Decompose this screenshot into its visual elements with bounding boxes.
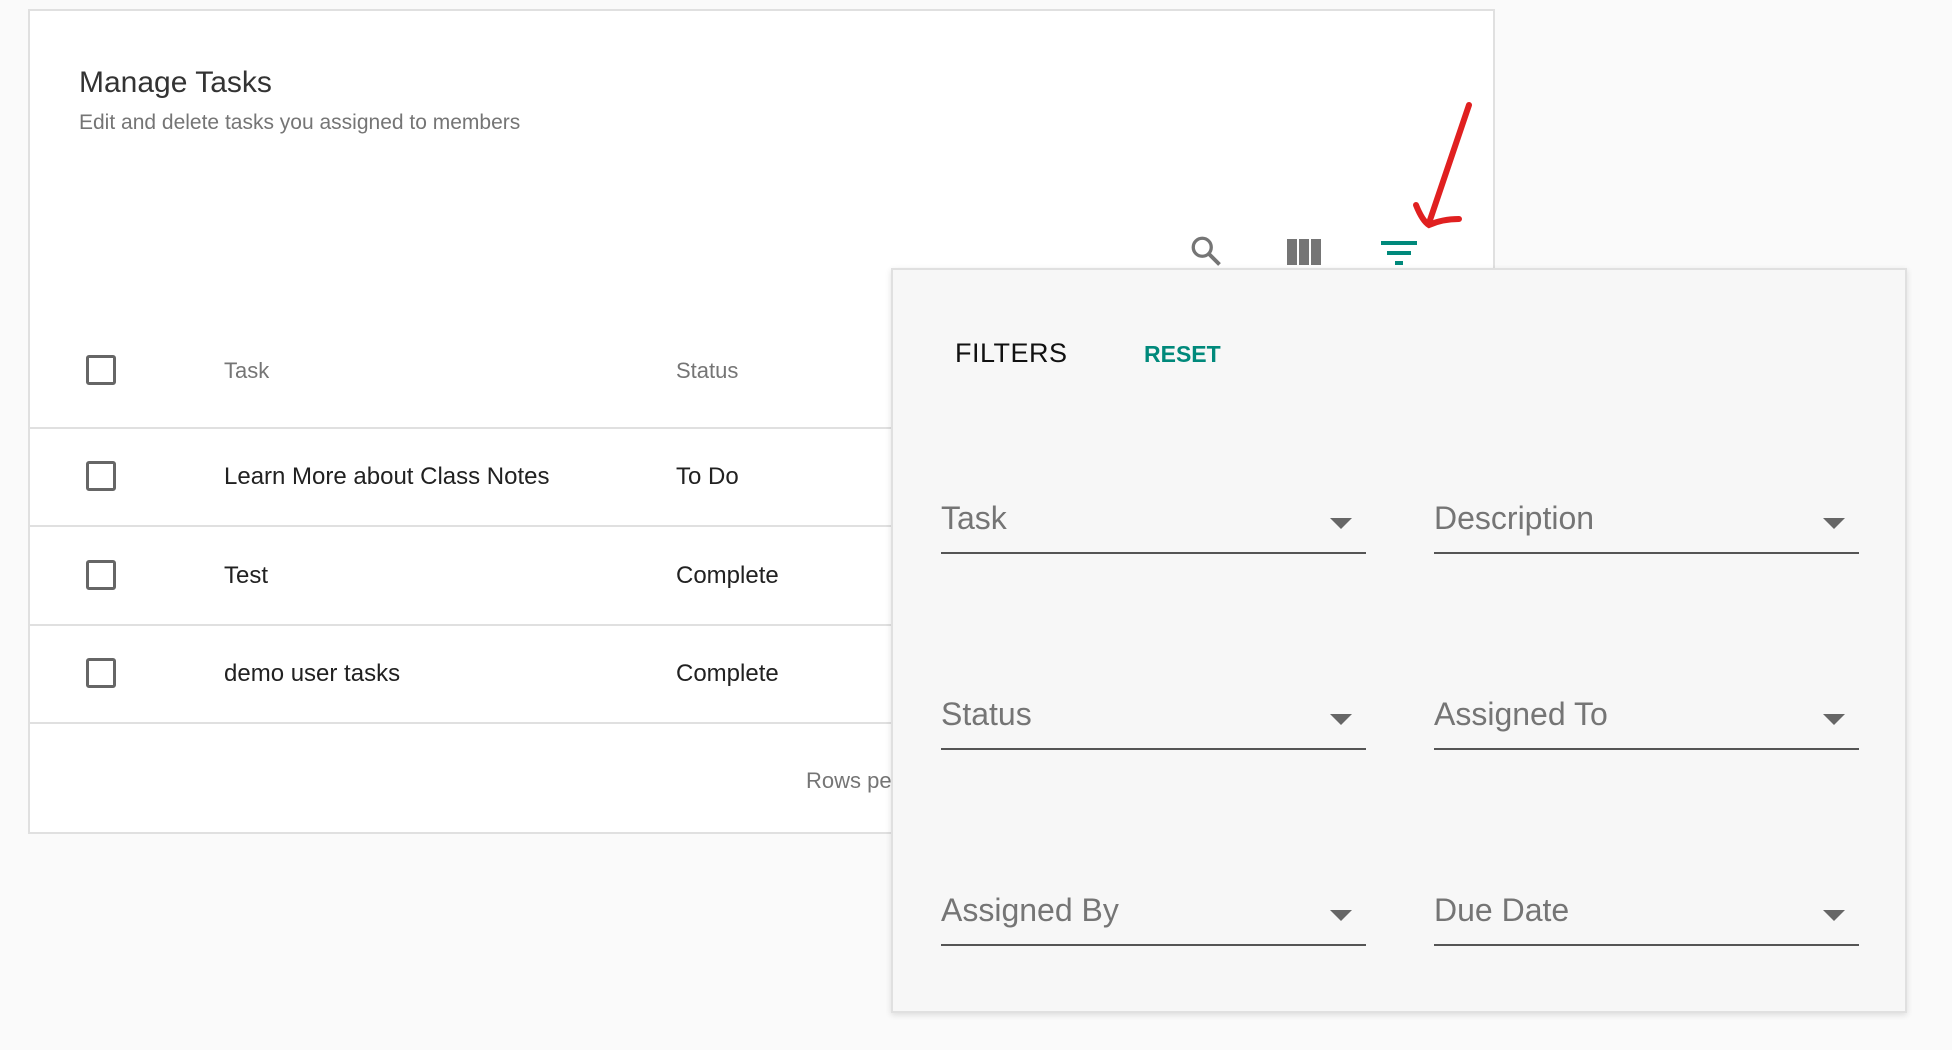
reset-button[interactable]: RESET — [1144, 341, 1221, 368]
row-checkbox[interactable] — [86, 560, 116, 590]
filters-title: FILTERS — [955, 338, 1068, 368]
task-cell: Test — [224, 562, 269, 589]
field-label: Status — [941, 696, 1032, 732]
dropdown-arrow-icon — [1330, 714, 1352, 725]
rows-per-page-label: Rows pe — [806, 768, 892, 793]
dropdown-arrow-icon — [1330, 518, 1352, 529]
page-subtitle: Edit and delete tasks you assigned to me… — [79, 111, 521, 134]
due-date-filter-select[interactable]: Due Date — [1434, 892, 1859, 946]
field-label: Due Date — [1434, 892, 1570, 928]
task-filter-select[interactable]: Task — [941, 500, 1366, 554]
red-annotation-arrow-icon — [1413, 102, 1472, 229]
page-title: Manage Tasks — [79, 66, 272, 99]
field-label: Assigned To — [1434, 696, 1608, 732]
dropdown-arrow-icon — [1823, 714, 1845, 725]
select-all-checkbox[interactable] — [86, 355, 116, 385]
row-checkbox[interactable] — [86, 658, 116, 688]
task-cell: demo user tasks — [224, 660, 401, 687]
status-cell: To Do — [676, 463, 739, 490]
dropdown-arrow-icon — [1823, 518, 1845, 529]
status-cell: Complete — [676, 562, 779, 589]
field-label: Task — [941, 500, 1007, 536]
field-label: Assigned By — [941, 892, 1119, 928]
description-filter-select[interactable]: Description — [1434, 500, 1859, 554]
column-header-task[interactable]: Task — [224, 358, 269, 384]
status-filter-select[interactable]: Status — [941, 696, 1366, 750]
view-columns-icon[interactable] — [1282, 229, 1326, 273]
assigned-by-filter-select[interactable]: Assigned By — [941, 892, 1366, 946]
filter-panel: FILTERS RESET Task Description Status As… — [891, 268, 1907, 1013]
status-cell: Complete — [676, 660, 779, 687]
field-label: Description — [1434, 500, 1595, 536]
assigned-to-filter-select[interactable]: Assigned To — [1434, 696, 1859, 750]
dropdown-arrow-icon — [1823, 910, 1845, 921]
column-header-status[interactable]: Status — [676, 358, 738, 384]
row-checkbox[interactable] — [86, 461, 116, 491]
task-cell: Learn More about Class Notes — [224, 463, 550, 490]
search-icon[interactable] — [1184, 229, 1228, 273]
dropdown-arrow-icon — [1330, 910, 1352, 921]
